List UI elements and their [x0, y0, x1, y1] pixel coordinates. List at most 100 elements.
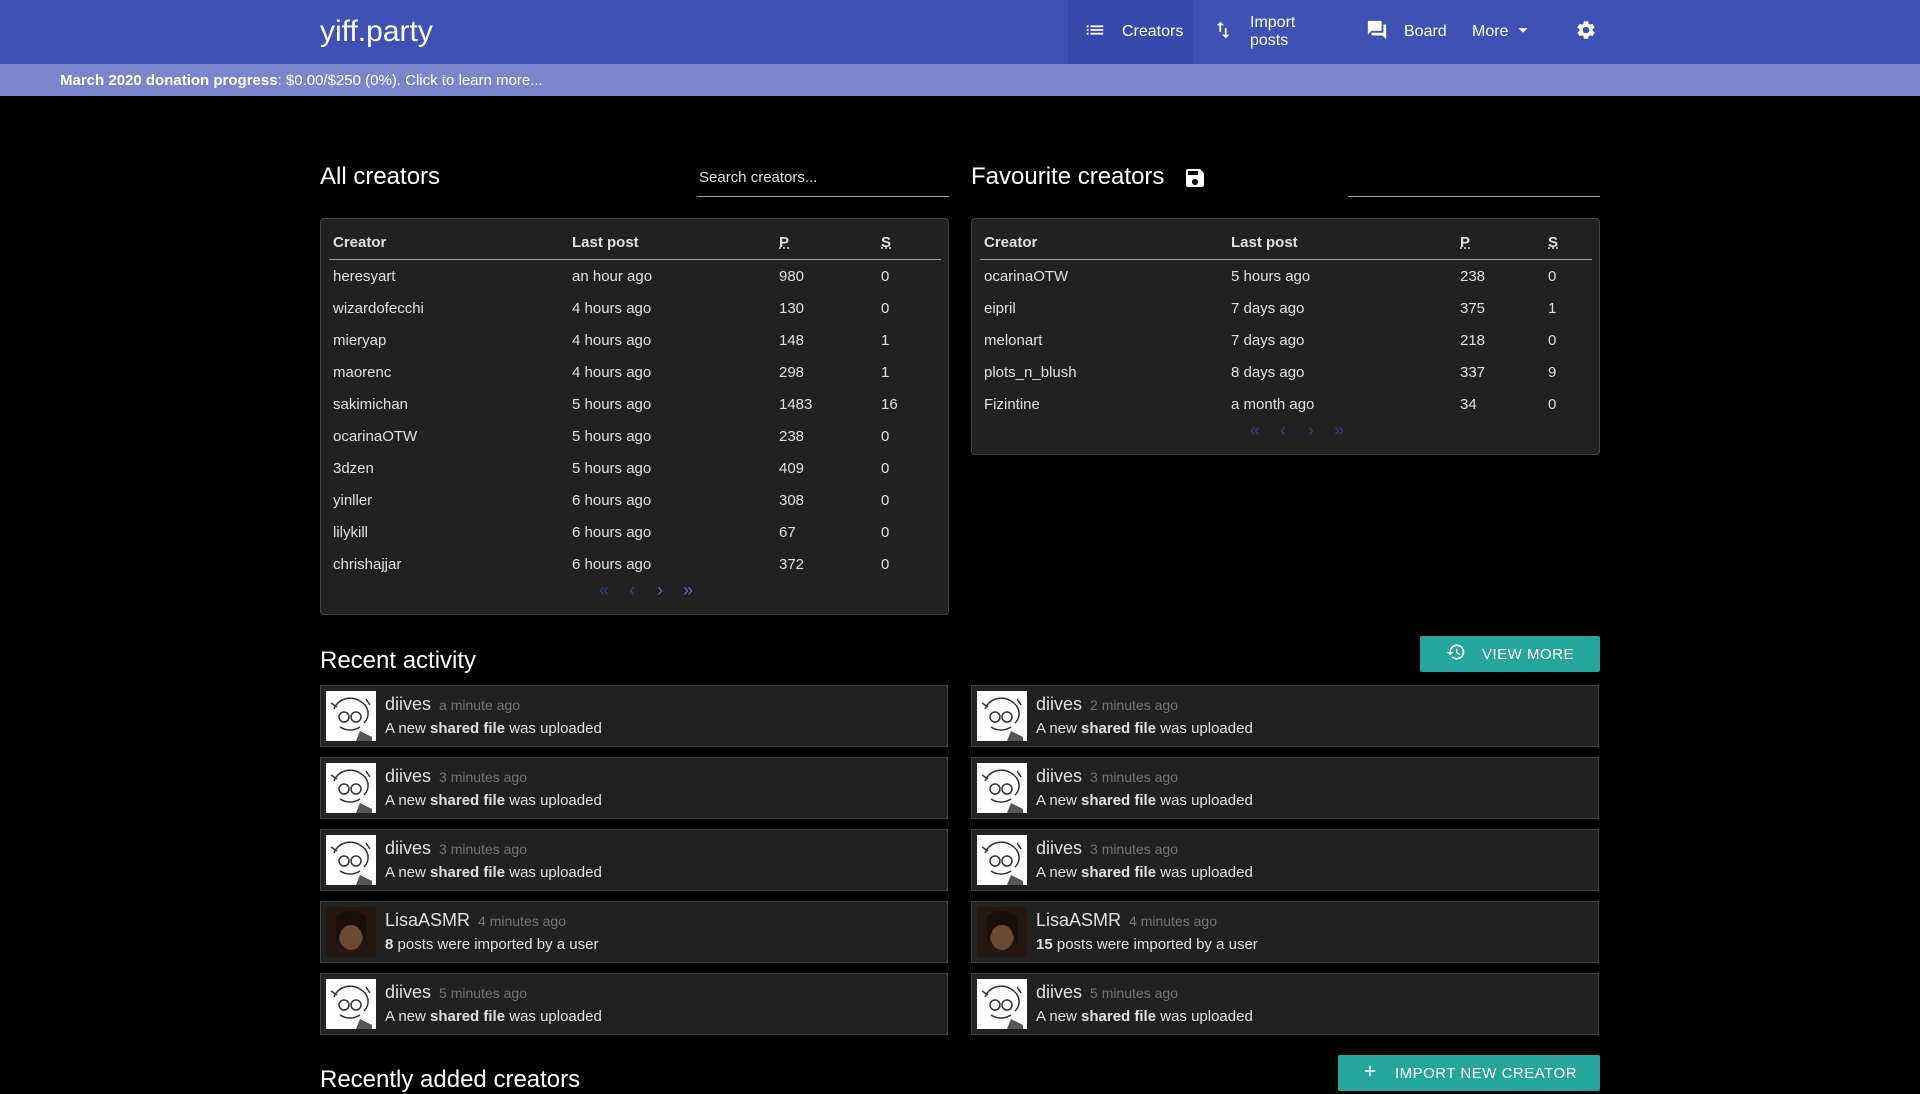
column-header-shared[interactable]: S	[1544, 225, 1592, 260]
avatar[interactable]	[326, 979, 376, 1029]
view-more-button[interactable]: VIEW MORE	[1420, 636, 1600, 672]
pager-first-button[interactable]: «	[1247, 420, 1263, 441]
column-header-posts-abbr: P	[779, 233, 790, 251]
table-row[interactable]: melonart 7 days ago 218 0	[980, 324, 1592, 356]
pager-last-button[interactable]: »	[1331, 420, 1347, 441]
pager-last-button[interactable]: »	[680, 580, 696, 601]
creator-name-cell[interactable]: lilykill	[329, 516, 568, 548]
last-post-cell: 4 hours ago	[572, 363, 652, 381]
creator-name-cell[interactable]: maorenc	[329, 356, 568, 388]
nav-board[interactable]: Board	[1350, 0, 1460, 64]
donation-banner-text: : $0.00/$250 (0%). Click to learn more..…	[277, 71, 543, 89]
creator-name-cell[interactable]: heresyart	[329, 260, 568, 293]
creator-name-cell[interactable]: melonart	[980, 324, 1227, 356]
creator-name-cell[interactable]: Fizintine	[980, 388, 1227, 420]
brand-logo-link[interactable]: yiff.party	[320, 12, 433, 52]
activity-creator-name[interactable]: diives	[1036, 694, 1082, 714]
favourite-filter-input[interactable]	[1348, 157, 1604, 198]
forum-icon	[1366, 19, 1388, 46]
search-creators-input[interactable]	[697, 157, 953, 198]
table-row[interactable]: mieryap 4 hours ago 148 1	[329, 324, 941, 356]
creator-name-cell[interactable]: wizardofecchi	[329, 292, 568, 324]
creator-name-cell[interactable]: sakimichan	[329, 388, 568, 420]
activity-item[interactable]: diives 5 minutes ago A new shared file was…	[320, 973, 948, 1035]
activity-item[interactable]: diives 3 minutes ago A new shared file was…	[971, 757, 1599, 819]
pager-next-button[interactable]: ›	[652, 580, 668, 601]
avatar[interactable]	[977, 979, 1027, 1029]
creator-name-cell[interactable]: 3dzen	[329, 452, 568, 484]
activity-item[interactable]: LisaASMR 4 minutes ago 15 posts were impor…	[971, 901, 1599, 963]
activity-header: diives 5 minutes ago	[385, 982, 527, 1003]
nav-creators[interactable]: Creators	[1068, 0, 1194, 64]
creator-name-cell[interactable]: mieryap	[329, 324, 568, 356]
shared-count-cell: 0	[1548, 395, 1557, 413]
table-row[interactable]: Fizintine a month ago 34 0	[980, 388, 1592, 420]
column-header-posts[interactable]: P	[1456, 225, 1544, 260]
activity-message: A new shared file was uploaded	[1036, 864, 1253, 881]
avatar[interactable]	[977, 835, 1027, 885]
nav-more-dropdown[interactable]: More	[1456, 0, 1556, 64]
table-row[interactable]: eipril 7 days ago 375 1	[980, 292, 1592, 324]
activity-item[interactable]: diives 3 minutes ago A new shared file was…	[320, 829, 948, 891]
table-row[interactable]: plots_n_blush 8 days ago 337 9	[980, 356, 1592, 388]
pager-prev-button[interactable]: ‹	[624, 580, 640, 601]
creator-name-cell[interactable]: plots_n_blush	[980, 356, 1227, 388]
donation-banner[interactable]: March 2020 donation progress: $0.00/$250…	[0, 64, 1920, 96]
activity-item[interactable]: diives 2 minutes ago A new shared file was…	[971, 685, 1599, 747]
activity-creator-name[interactable]: diives	[1036, 838, 1082, 858]
table-row[interactable]: lilykill 6 hours ago 67 0	[329, 516, 941, 548]
avatar[interactable]	[326, 835, 376, 885]
column-header-creator[interactable]: Creator	[329, 225, 568, 260]
avatar[interactable]	[977, 763, 1027, 813]
column-header-last-post[interactable]: Last post	[1227, 225, 1456, 260]
table-row[interactable]: wizardofecchi 4 hours ago 130 0	[329, 292, 941, 324]
table-row[interactable]: heresyart an hour ago 980 0	[329, 260, 941, 293]
activity-item[interactable]: diives 5 minutes ago A new shared file was…	[971, 973, 1599, 1035]
table-row[interactable]: 3dzen 5 hours ago 409 0	[329, 452, 941, 484]
floppy-save-icon[interactable]	[1183, 166, 1207, 195]
creator-name-cell[interactable]: yinller	[329, 484, 568, 516]
activity-creator-name[interactable]: LisaASMR	[385, 910, 470, 930]
pager-first-button[interactable]: «	[596, 580, 612, 601]
activity-creator-name[interactable]: diives	[385, 982, 431, 1002]
activity-creator-name[interactable]: diives	[1036, 766, 1082, 786]
table-row[interactable]: maorenc 4 hours ago 298 1	[329, 356, 941, 388]
table-row[interactable]: ocarinaOTW 5 hours ago 238 0	[980, 260, 1592, 293]
creator-name-cell[interactable]: eipril	[980, 292, 1227, 324]
column-header-last-post[interactable]: Last post	[568, 225, 775, 260]
pager-prev-button[interactable]: ‹	[1275, 420, 1291, 441]
import-new-creator-button[interactable]: IMPORT NEW CREATOR	[1338, 1055, 1600, 1091]
activity-item[interactable]: LisaASMR 4 minutes ago 8 posts were import…	[320, 901, 948, 963]
activity-creator-name[interactable]: diives	[385, 766, 431, 786]
activity-creator-name[interactable]: diives	[1036, 982, 1082, 1002]
table-row[interactable]: sakimichan 5 hours ago 1483 16	[329, 388, 941, 420]
activity-header: diives a minute ago	[385, 694, 520, 715]
table-row[interactable]: yinller 6 hours ago 308 0	[329, 484, 941, 516]
settings-gear-icon	[1575, 19, 1597, 46]
settings-button[interactable]	[1556, 0, 1616, 64]
avatar[interactable]	[326, 691, 376, 741]
last-post-cell: 7 days ago	[1231, 299, 1305, 317]
avatar[interactable]	[977, 691, 1027, 741]
activity-item[interactable]: diives a minute ago A new shared file was …	[320, 685, 948, 747]
nav-import-posts[interactable]: Import posts	[1196, 0, 1348, 64]
activity-creator-name[interactable]: LisaASMR	[1036, 910, 1121, 930]
search-creators-field[interactable]	[697, 157, 953, 198]
activity-creator-name[interactable]: diives	[385, 694, 431, 714]
column-header-shared[interactable]: S	[877, 225, 941, 260]
column-header-posts[interactable]: P	[775, 225, 877, 260]
activity-creator-name[interactable]: diives	[385, 838, 431, 858]
favourite-filter-field[interactable]	[1348, 157, 1604, 198]
column-header-creator[interactable]: Creator	[980, 225, 1227, 260]
creator-name-cell[interactable]: ocarinaOTW	[980, 260, 1227, 293]
activity-item[interactable]: diives 3 minutes ago A new shared file was…	[971, 829, 1599, 891]
avatar[interactable]	[326, 763, 376, 813]
avatar[interactable]	[977, 907, 1027, 957]
pager-next-button[interactable]: ›	[1303, 420, 1319, 441]
creator-name-cell[interactable]: chrishajjar	[329, 548, 568, 580]
table-row[interactable]: chrishajjar 6 hours ago 372 0	[329, 548, 941, 580]
avatar[interactable]	[326, 907, 376, 957]
activity-item[interactable]: diives 3 minutes ago A new shared file was…	[320, 757, 948, 819]
table-row[interactable]: ocarinaOTW 5 hours ago 238 0	[329, 420, 941, 452]
creator-name-cell[interactable]: ocarinaOTW	[329, 420, 568, 452]
